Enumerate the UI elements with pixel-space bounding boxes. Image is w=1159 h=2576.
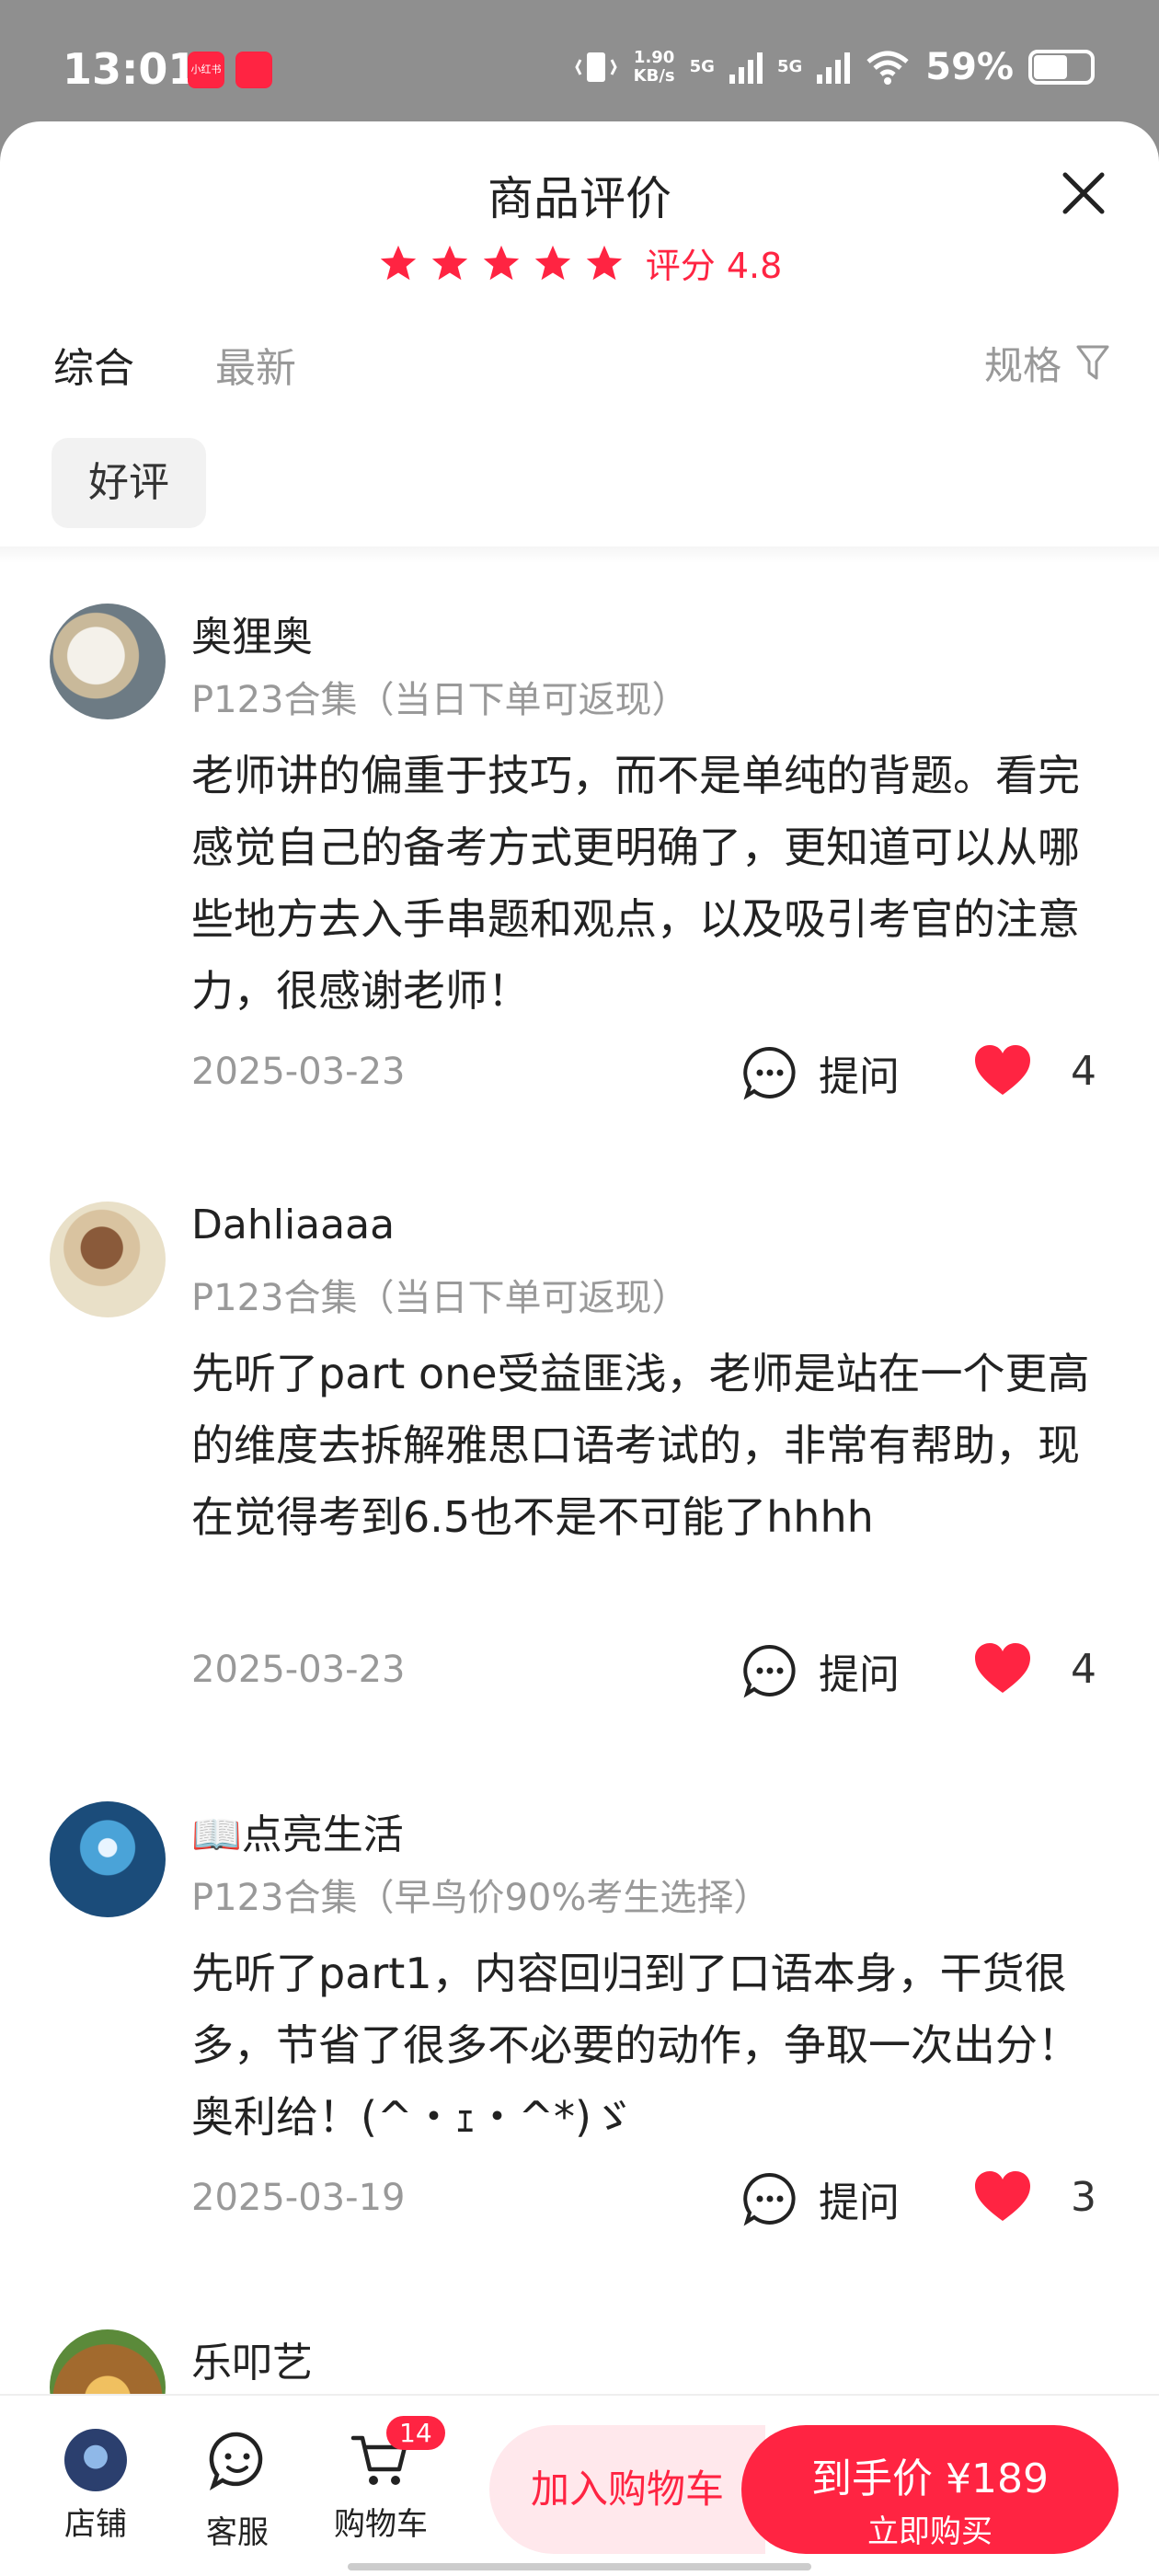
like-button[interactable]: 4	[973, 1641, 1096, 1696]
ask-button[interactable]: 提问	[741, 2169, 900, 2228]
reviewer-name[interactable]: 奥狸奥	[191, 604, 313, 662]
wifi-icon	[866, 51, 909, 85]
bottom-action-bar: 店铺 客服 14 购物车 加入购物车 到手价 ¥189 立即购买	[0, 2394, 1159, 2576]
like-button[interactable]: 4	[973, 1043, 1096, 1098]
star-icon	[586, 245, 622, 280]
buy-now-button[interactable]: 到手价 ¥189 立即购买	[741, 2425, 1119, 2554]
cart-label: 购物车	[334, 2506, 428, 2543]
review-item: Dahliaaaa P123合集（当日下单可返现） 先听了part one受益匪…	[0, 1202, 1159, 1717]
spec-filter-button[interactable]: 规格	[984, 335, 1111, 391]
chat-bubble-icon	[743, 1644, 796, 1698]
app-icon-label: 小红书	[190, 63, 222, 75]
price-label: 到手价 ¥189	[811, 2455, 1049, 2502]
signal-icon	[729, 51, 763, 84]
ask-label: 提问	[819, 1651, 900, 1698]
status-right-group: 1.90 KB/s 5G 5G 59%	[573, 46, 1095, 88]
sim2-label: 5G	[776, 57, 803, 76]
status-time: 13:01	[63, 44, 198, 94]
review-body: 先听了part one受益匪浅，老师是站在一个更高的维度去拆解雅思口语考试的，非…	[191, 1349, 1090, 1542]
star-icon	[534, 245, 570, 280]
review-date: 2025-03-19	[191, 2177, 406, 2219]
filter-icon	[1076, 345, 1109, 379]
review-spec: P123合集（早鸟价90%考生选择）	[191, 1877, 771, 1919]
review-date: 2025-03-23	[191, 1051, 406, 1093]
vibrate-icon	[574, 52, 617, 82]
sim1-label: 5G	[689, 57, 715, 76]
cart-badge: 14	[386, 2416, 445, 2450]
review-date: 2025-03-23	[191, 1649, 406, 1691]
ask-button[interactable]: 提问	[741, 1641, 900, 1700]
rating-row: 评分 4.8	[0, 237, 1159, 288]
store-label: 店铺	[64, 2506, 127, 2543]
close-icon[interactable]	[1056, 166, 1111, 221]
avatar[interactable]	[50, 1801, 166, 1917]
avatar[interactable]	[50, 1202, 166, 1317]
ask-button[interactable]: 提问	[741, 1043, 900, 1102]
home-indicator[interactable]	[348, 2563, 811, 2570]
reviewer-name[interactable]: 📖点亮生活	[191, 1801, 404, 1860]
tab-comprehensive[interactable]: 综合	[53, 335, 134, 394]
chat-bubble-icon	[743, 1046, 796, 1100]
reviewer-name[interactable]: Dahliaaaa	[191, 1202, 395, 1248]
ask-label: 提问	[819, 1053, 900, 1100]
review-item: 📖点亮生活 P123合集（早鸟价90%考生选择） 先听了part1，内容回归到了…	[0, 1801, 1159, 2243]
chat-bubble-icon	[743, 2172, 796, 2226]
tab-latest[interactable]: 最新	[215, 335, 296, 394]
cart-icon-wrap: 14	[350, 2416, 445, 2491]
review-spec: P123合集（当日下单可返现）	[191, 679, 689, 721]
signal-icon-2	[817, 51, 851, 84]
filter-chip-positive[interactable]: 好评	[52, 438, 206, 528]
store-avatar-icon	[64, 2429, 127, 2491]
battery-percent: 59%	[925, 46, 1014, 88]
like-count: 3	[1071, 2173, 1096, 2221]
like-count: 4	[1071, 1645, 1096, 1693]
review-body: 先听了part1，内容回归到了口语本身，干货很多，节省了很多不必要的动作，争取一…	[191, 1949, 1080, 2142]
heart-icon	[975, 1643, 1030, 1693]
sheet-title: 商品评价	[488, 172, 671, 225]
star-icon	[483, 245, 519, 280]
reviewer-name[interactable]: 乐叩艺	[191, 2329, 313, 2388]
buy-now-label: 立即购买	[867, 2513, 993, 2550]
rating-score: 评分 4.8	[645, 246, 783, 286]
review-spec: P123合集（当日下单可返现）	[191, 1277, 689, 1319]
battery-icon	[1028, 50, 1095, 85]
like-button[interactable]: 3	[973, 2169, 1096, 2225]
status-bar: 13:01 小红书 1.90 KB/s 5G 5G 59%	[0, 0, 1159, 129]
service-label: 客服	[206, 2514, 269, 2551]
cart-button[interactable]: 14 购物车	[326, 2416, 445, 2544]
xiaohongshu-notification-icon: 小红书	[188, 52, 224, 88]
spec-filter-label: 规格	[983, 343, 1061, 388]
sort-tabs: 综合 最新	[53, 335, 296, 394]
customer-service-icon	[209, 2432, 263, 2491]
net-speed: 1.90 KB/s	[633, 48, 675, 86]
star-icon	[431, 245, 467, 280]
add-to-cart-button[interactable]: 加入购物车	[489, 2425, 765, 2554]
like-count: 4	[1071, 1047, 1096, 1095]
ask-label: 提问	[819, 2179, 900, 2226]
app-notification-icon	[235, 52, 272, 88]
heart-icon	[975, 1045, 1030, 1095]
section-divider	[0, 546, 1159, 563]
review-item: 奥狸奥 P123合集（当日下单可返现） 老师讲的偏重于技巧，而不是单纯的背题。看…	[0, 604, 1159, 1119]
star-icon	[380, 245, 416, 280]
review-body: 老师讲的偏重于技巧，而不是单纯的背题。看完感觉自己的备考方式更明确了，更知道可以…	[191, 751, 1080, 1016]
store-button[interactable]: 店铺	[40, 2429, 151, 2544]
heart-icon	[975, 2171, 1030, 2221]
customer-service-button[interactable]: 客服	[182, 2429, 293, 2552]
reviews-sheet: 商品评价 评分 4.8 综合 最新 规格 好评 奥狸奥 P123合集（当日下单可…	[0, 121, 1159, 2576]
avatar[interactable]	[50, 604, 166, 719]
